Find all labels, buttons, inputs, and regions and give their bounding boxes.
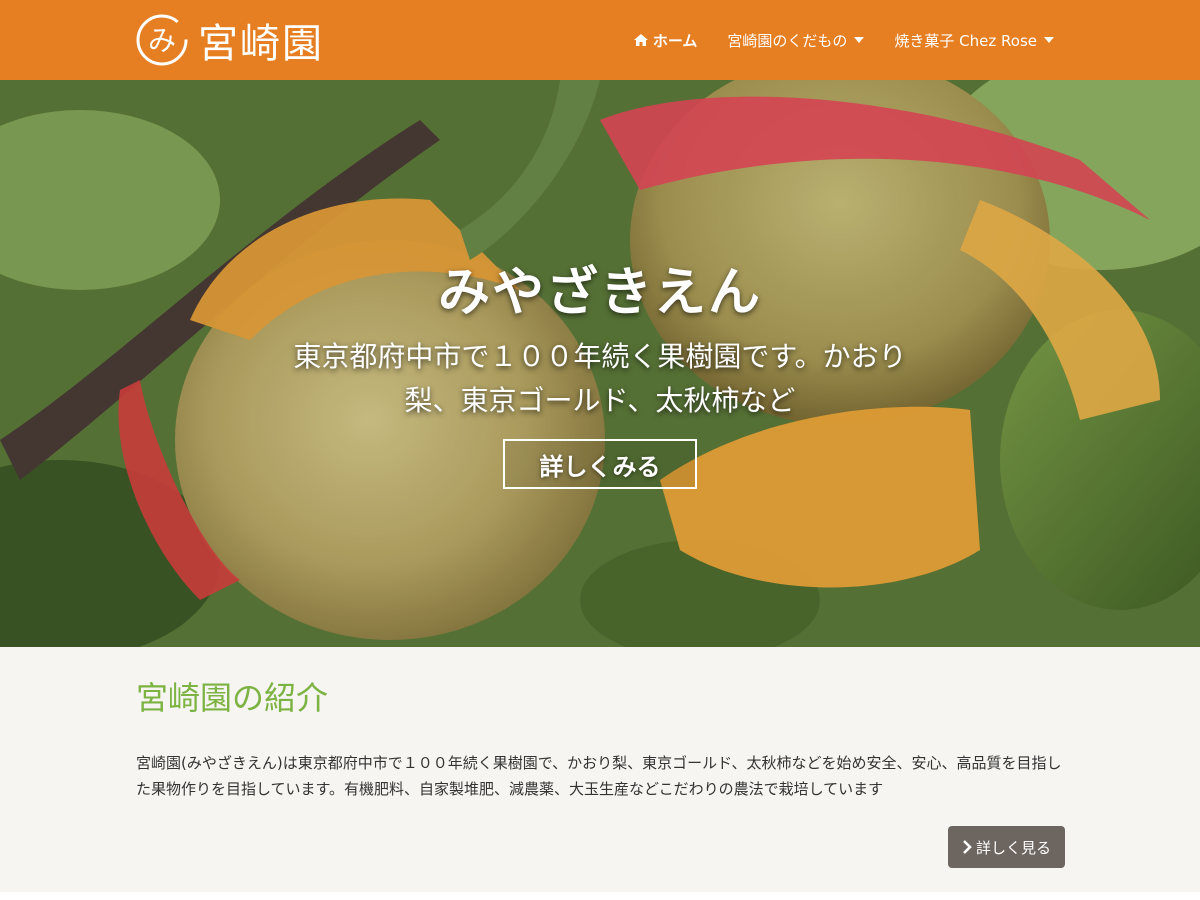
intro-text: 宮崎園(みやざきえん)は東京都府中市で１００年続く果樹園で、かおり梨、東京ゴール… [136,754,1062,798]
caret-down-icon [854,37,865,43]
home-icon [633,34,648,46]
hero-subtitle: 東京都府中市で１００年続く果樹園です。かおり梨、東京ゴールド、太秋柿など [293,340,907,417]
logo-glyph: み [148,24,176,57]
main-nav: ホーム 宮崎園のくだもの 焼き菓子 Chez Rose [633,0,1054,80]
chevron-right-icon [963,840,972,854]
read-more-label: 詳しく見る [975,838,1051,857]
intro-section: 宮崎園の紹介 宮崎園(みやざきえん)は東京都府中市で１００年続く果樹園で、かおり… [0,647,1200,892]
hero-section: みやざきえん 東京都府中市で１００年続く果樹園です。かおり梨、東京ゴールド、太秋… [0,80,1200,647]
site-logo[interactable]: み 宮崎園 [134,4,324,76]
intro-title: 宮崎園の紹介 [136,679,329,717]
nav-item-home[interactable]: ホーム [633,30,698,51]
nav-item-label: ホーム [652,31,698,50]
read-more-button[interactable]: 詳しく見る [948,826,1065,868]
logo-text: 宮崎園 [198,21,324,67]
nav-item-fruits[interactable]: 宮崎園のくだもの [727,30,865,51]
caret-down-icon [1044,37,1054,43]
hero-content: みやざきえん 東京都府中市で１００年続く果樹園です。かおり梨、東京ゴールド、太秋… [0,80,1200,647]
nav-item-label: 焼き菓子 Chez Rose [894,31,1037,50]
hero-title: みやざきえん [437,263,762,323]
hero-details-button[interactable]: 詳しくみる [503,439,697,489]
site-header: み 宮崎園 ホーム 宮崎園のくだもの 焼き菓子 Chez Rose [0,0,1200,80]
page-bottom-edge [0,892,1200,900]
nav-item-label: 宮崎園のくだもの [727,31,848,50]
nav-item-sweets[interactable]: 焼き菓子 Chez Rose [894,30,1054,51]
logo-mark-icon: み [136,14,188,66]
